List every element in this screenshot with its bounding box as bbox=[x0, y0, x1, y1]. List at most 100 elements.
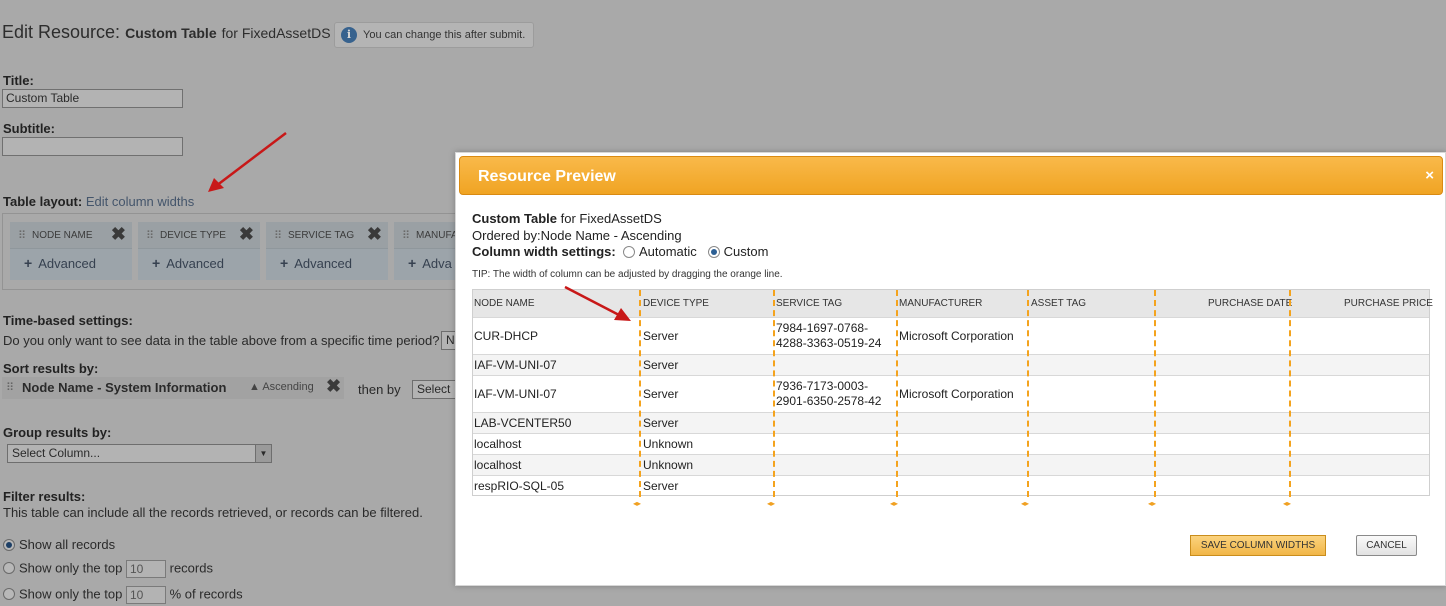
cancel-button[interactable]: CANCEL bbox=[1356, 535, 1417, 556]
layout-column-card[interactable]: ⠿ SERVICE TAG ✖ + Advanced bbox=[266, 222, 388, 280]
table-layout-label: Table layout: bbox=[3, 194, 83, 209]
filter-option-all[interactable]: Show all records bbox=[3, 537, 115, 552]
advanced-toggle[interactable]: + Adva bbox=[394, 249, 461, 271]
remove-column-icon[interactable]: ✖ bbox=[239, 224, 254, 245]
plus-icon: + bbox=[152, 255, 161, 271]
radio-automatic[interactable] bbox=[622, 246, 635, 258]
layout-column-card[interactable]: ⠿ NODE NAME ✖ + Advanced bbox=[10, 222, 132, 280]
advanced-label: Adva bbox=[422, 256, 452, 271]
resize-handle-icon[interactable]: ◂▸ bbox=[890, 499, 898, 508]
cell-service-tag: 7984-1697-0768- bbox=[776, 321, 869, 335]
radio-button[interactable] bbox=[3, 539, 15, 551]
remove-sort-icon[interactable]: ✖ bbox=[326, 376, 341, 397]
title-input[interactable]: Custom Table bbox=[2, 89, 183, 108]
table-layout-box: ⠿ NODE NAME ✖ + Advanced ⠿ DEVICE TYPE ✖ … bbox=[2, 213, 462, 290]
column-header: PURCHASE DATE bbox=[1208, 298, 1293, 309]
advanced-toggle[interactable]: + Advanced bbox=[266, 249, 388, 271]
drag-handle-icon[interactable]: ⠿ bbox=[18, 229, 26, 242]
sort-direction-label: Ascending bbox=[262, 381, 314, 393]
filter-label: Filter results: bbox=[3, 489, 86, 504]
cell-manufacturer: Microsoft Corporation bbox=[899, 329, 1014, 343]
filter-option-top[interactable]: Show only the top 10 records bbox=[3, 560, 213, 578]
column-resize-line[interactable] bbox=[1154, 290, 1156, 497]
subtitle-input[interactable] bbox=[2, 137, 183, 156]
filter-option-percent[interactable]: Show only the top 10 % of records bbox=[3, 586, 243, 604]
layout-column-name: DEVICE TYPE bbox=[160, 230, 226, 241]
drag-handle-icon[interactable]: ⠿ bbox=[6, 381, 14, 394]
table-row: localhost Unknown bbox=[473, 433, 1429, 454]
cell-service-tag-cont: 2901-6350-2578-42 bbox=[776, 394, 882, 408]
group-select[interactable]: Select Column... ▼ bbox=[7, 444, 272, 463]
advanced-label: Advanced bbox=[38, 256, 97, 271]
column-header: PURCHASE PRICE bbox=[1344, 298, 1433, 309]
info-hint-text: You can change this after submit. bbox=[363, 28, 526, 41]
annotation-arrow bbox=[208, 132, 287, 192]
column-resize-line[interactable] bbox=[1027, 290, 1029, 497]
resize-handle-icon[interactable]: ◂▸ bbox=[1148, 499, 1156, 508]
advanced-toggle[interactable]: + Advanced bbox=[10, 249, 132, 271]
sort-up-icon: ▲ bbox=[249, 381, 260, 393]
preview-resource-name: Custom Table bbox=[472, 211, 557, 226]
close-icon[interactable]: × bbox=[1425, 167, 1434, 184]
filter-option-percent-label: Show only the top bbox=[19, 586, 123, 602]
page-title-for: for FixedAssetDS bbox=[221, 25, 331, 41]
layout-column-card[interactable]: ⠿ DEVICE TYPE ✖ + Advanced bbox=[138, 222, 260, 280]
resize-handle-icon[interactable]: ◂▸ bbox=[1021, 499, 1029, 508]
remove-column-icon[interactable]: ✖ bbox=[111, 224, 126, 245]
column-header: DEVICE TYPE bbox=[643, 298, 709, 309]
column-resize-line[interactable] bbox=[896, 290, 898, 497]
table-row: respRIO-SQL-05 Server bbox=[473, 475, 1429, 496]
page-title-prefix: Edit Resource: bbox=[2, 22, 121, 42]
top-percent-input[interactable]: 10 bbox=[125, 586, 166, 604]
cell-node-name: CUR-DHCP bbox=[474, 329, 538, 343]
column-width-label: Column width settings: bbox=[472, 244, 616, 259]
column-resize-line[interactable] bbox=[639, 290, 641, 497]
advanced-label: Advanced bbox=[166, 256, 225, 271]
advanced-label: Advanced bbox=[294, 256, 353, 271]
column-header: SERVICE TAG bbox=[776, 298, 843, 309]
layout-column-header: ⠿ NODE NAME ✖ bbox=[10, 222, 132, 249]
layout-column-name: NODE NAME bbox=[32, 230, 93, 241]
dialog-title: Resource Preview bbox=[478, 168, 616, 185]
sort-direction-toggle[interactable]: ▲ Ascending bbox=[249, 381, 314, 393]
save-column-widths-button[interactable]: SAVE COLUMN WIDTHS bbox=[1190, 535, 1326, 556]
then-by-select[interactable]: Select bbox=[412, 380, 458, 399]
drag-handle-icon[interactable]: ⠿ bbox=[274, 229, 282, 242]
preview-resource-for: for FixedAssetDS bbox=[560, 211, 662, 226]
layout-column-card[interactable]: ⠿ MANUFA + Adva bbox=[394, 222, 461, 280]
table-layout-row: Table layout: Edit column widths bbox=[3, 194, 194, 209]
cell-node-name: LAB-VCENTER50 bbox=[474, 416, 572, 430]
layout-column-name: MANUFA bbox=[416, 230, 458, 241]
radio-custom[interactable] bbox=[707, 246, 720, 258]
radio-button[interactable] bbox=[3, 562, 15, 575]
drag-handle-icon[interactable]: ⠿ bbox=[146, 229, 154, 242]
edit-column-widths-link[interactable]: Edit column widths bbox=[86, 194, 194, 209]
radio-automatic-label: Automatic bbox=[638, 244, 697, 259]
page-title-resource: Custom Table bbox=[125, 25, 217, 41]
plus-icon: + bbox=[280, 255, 289, 271]
cell-node-name: IAF-VM-UNI-07 bbox=[474, 387, 557, 401]
resize-tip: TIP: The width of column can be adjusted… bbox=[472, 269, 783, 280]
radio-button[interactable] bbox=[3, 588, 15, 601]
advanced-toggle[interactable]: + Advanced bbox=[138, 249, 260, 271]
column-resize-line[interactable] bbox=[773, 290, 775, 497]
column-resize-line[interactable] bbox=[1289, 290, 1291, 497]
info-hint: i You can change this after submit. bbox=[334, 22, 535, 48]
filter-option-top-label: Show only the top bbox=[19, 560, 123, 576]
table-row: LAB-VCENTER50 Server bbox=[473, 412, 1429, 433]
remove-column-icon[interactable]: ✖ bbox=[367, 224, 382, 245]
layout-column-name: SERVICE TAG bbox=[288, 230, 355, 241]
drag-handle-icon[interactable]: ⠿ bbox=[402, 229, 410, 242]
sort-field-pill[interactable]: ⠿ Node Name - System Information ▲ Ascen… bbox=[2, 376, 344, 399]
cell-service-tag-cont: 4288-3363-0519-24 bbox=[776, 336, 882, 350]
column-header: MANUFACTURER bbox=[899, 298, 983, 309]
cell-device-type: Server bbox=[643, 329, 679, 343]
chevron-down-icon[interactable]: ▼ bbox=[255, 445, 271, 462]
column-header: ASSET TAG bbox=[1031, 298, 1087, 309]
time-settings-label: Time-based settings: bbox=[3, 313, 133, 328]
table-row: IAF-VM-UNI-07 Server bbox=[473, 354, 1429, 375]
resize-handle-icon[interactable]: ◂▸ bbox=[633, 499, 641, 508]
resize-handle-icon[interactable]: ◂▸ bbox=[767, 499, 775, 508]
top-records-input[interactable]: 10 bbox=[125, 560, 166, 578]
resize-handle-icon[interactable]: ◂▸ bbox=[1283, 499, 1291, 508]
